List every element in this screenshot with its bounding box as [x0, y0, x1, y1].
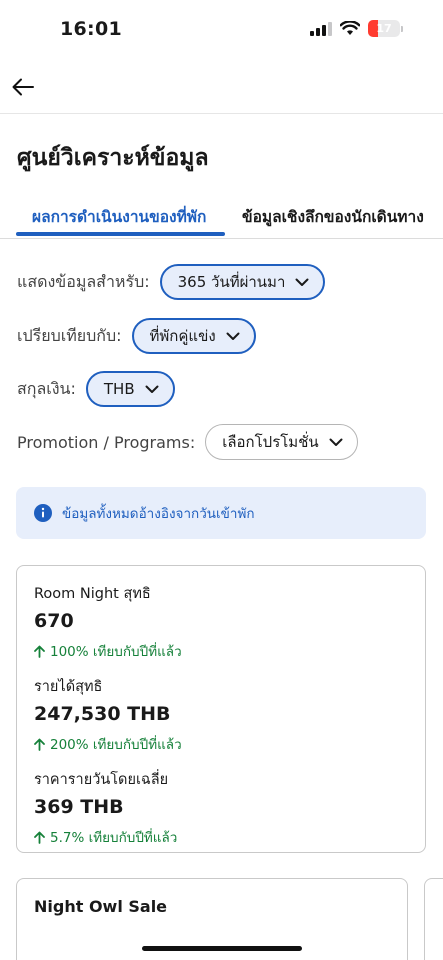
status-time: 16:01	[60, 18, 122, 40]
metric-change: 200% เทียบกับปีที่แล้ว	[34, 733, 182, 755]
compare-dropdown[interactable]: ที่พักคู่แข่ง	[131, 318, 256, 354]
chevron-down-icon	[145, 385, 159, 393]
currency-dropdown[interactable]: THB	[85, 371, 175, 407]
filter-promotion-label: Promotion / Programs:	[17, 432, 196, 452]
metric-change: 100% เทียบกับปีที่แล้ว	[34, 640, 182, 662]
period-value: 365 วันที่ผ่านมา	[177, 273, 286, 291]
metric-net-revenue: รายได้สุทธิ 247,530 THB 200% เทียบกับปีท…	[34, 675, 182, 755]
status-bar: 16:01 17	[0, 0, 443, 60]
filter-compare-label: เปรียบเทียบกับ:	[17, 325, 122, 345]
tab-property-performance[interactable]: ผลการดำเนินงานของที่พัก	[32, 204, 206, 229]
filter-promotion-row: Promotion / Programs: เลือกโปรโมชั่น	[17, 424, 358, 460]
page-title: ศูนย์วิเคราะห์ข้อมูล	[17, 145, 209, 171]
metric-room-nights: Room Night สุทธิ 670 100% เทียบกับปีที่แ…	[34, 582, 182, 662]
filter-currency-row: สกุลเงิน: THB	[17, 371, 175, 407]
promotion-dropdown[interactable]: เลือกโปรโมชั่น	[205, 424, 358, 460]
promotion-card-title: Night Owl Sale	[34, 897, 168, 916]
top-app-bar	[0, 60, 443, 114]
battery-indicator: 17	[368, 20, 403, 37]
arrow-up-icon	[34, 645, 45, 658]
metric-value: 247,530 THB	[34, 703, 171, 725]
promotion-value: เลือกโปรโมชั่น	[222, 433, 319, 451]
metric-change-text: 5.7% เทียบกับปีที่แล้ว	[50, 830, 178, 846]
battery-icon: 17	[368, 20, 400, 37]
back-button[interactable]	[10, 74, 36, 100]
wifi-icon	[340, 21, 360, 35]
metric-value: 670	[34, 610, 74, 632]
metric-change-text: 100% เทียบกับปีที่แล้ว	[50, 644, 182, 660]
battery-cap	[401, 25, 403, 32]
filter-compare-row: เปรียบเทียบกับ: ที่พักคู่แข่ง	[17, 318, 256, 354]
promotion-card-next[interactable]	[424, 878, 443, 960]
filter-currency-label: สกุลเงิน:	[17, 378, 76, 398]
chevron-down-icon	[226, 332, 240, 340]
active-tab-indicator	[16, 232, 225, 236]
compare-value: ที่พักคู่แข่ง	[149, 327, 216, 345]
battery-level: 17	[376, 22, 392, 35]
metric-value: 369 THB	[34, 796, 124, 818]
metric-average-daily-rate: ราคารายวันโดยเฉลี่ย 369 THB 5.7% เทียบกั…	[34, 768, 177, 848]
chevron-down-icon	[329, 438, 343, 446]
metric-change: 5.7% เทียบกับปีที่แล้ว	[34, 826, 177, 848]
metric-label: ราคารายวันโดยเฉลี่ย	[34, 772, 169, 788]
metric-label: Room Night สุทธิ	[34, 586, 151, 602]
metric-change-text: 200% เทียบกับปีที่แล้ว	[50, 737, 182, 753]
arrow-up-icon	[34, 738, 45, 751]
tab-traveler-insights[interactable]: ข้อมูลเชิงลึกของนักเดินทาง	[242, 204, 424, 229]
info-banner: ข้อมูลทั้งหมดอ้างอิงจากวันเข้าพัก	[16, 487, 426, 539]
info-icon	[34, 504, 52, 522]
arrow-left-icon	[12, 78, 34, 96]
filter-period-row: แสดงข้อมูลสำหรับ: 365 วันที่ผ่านมา	[17, 264, 326, 300]
metric-label: รายได้สุทธิ	[34, 679, 103, 695]
home-indicator[interactable]	[142, 946, 302, 951]
currency-value: THB	[103, 380, 135, 398]
metrics-card: Room Night สุทธิ 670 100% เทียบกับปีที่แ…	[16, 565, 426, 853]
chevron-down-icon	[295, 278, 309, 286]
status-icons: 17	[310, 20, 403, 37]
arrow-up-icon	[34, 831, 45, 844]
tab-bar: ผลการดำเนินงานของที่พัก ข้อมูลเชิงลึกของ…	[0, 196, 443, 239]
info-text: ข้อมูลทั้งหมดอ้างอิงจากวันเข้าพัก	[62, 506, 255, 522]
period-dropdown[interactable]: 365 วันที่ผ่านมา	[159, 264, 326, 300]
filter-period-label: แสดงข้อมูลสำหรับ:	[17, 271, 150, 291]
signal-icon	[310, 21, 332, 36]
